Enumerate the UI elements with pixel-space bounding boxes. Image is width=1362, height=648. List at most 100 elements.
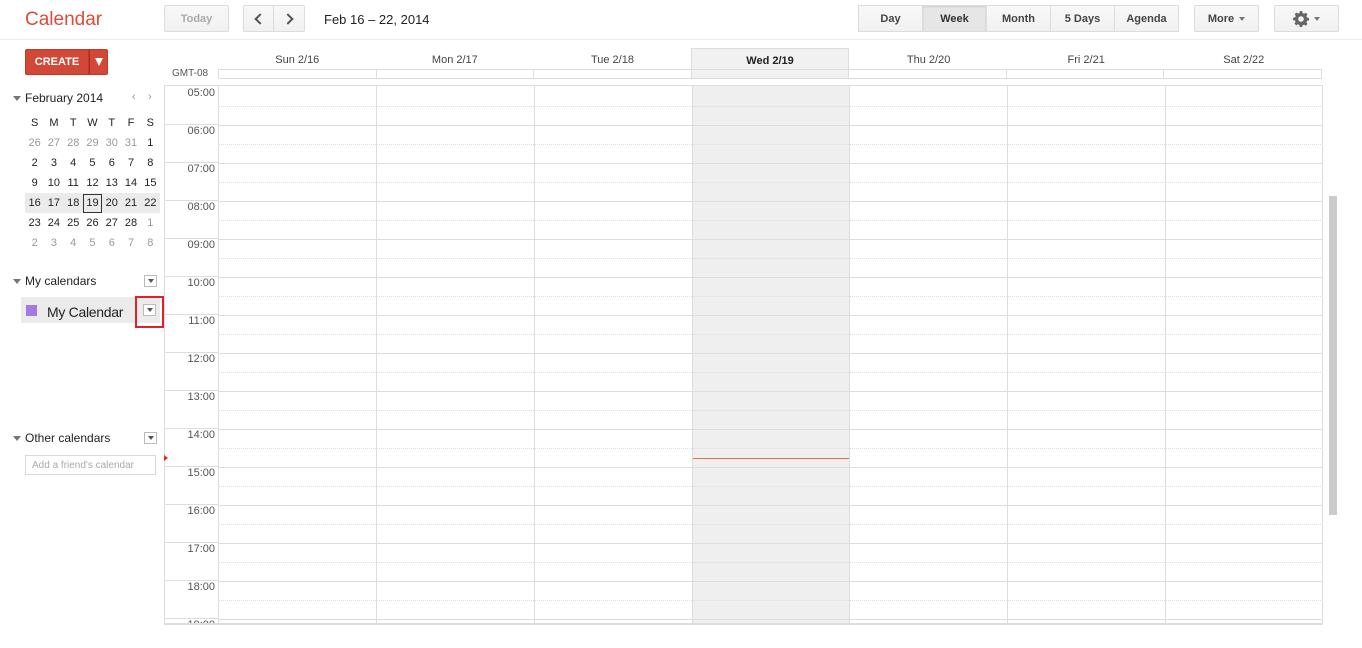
mini-calendar-day[interactable]: 17 (44, 193, 64, 213)
day-column[interactable] (375, 86, 534, 623)
create-event-button[interactable]: CREATE (25, 49, 89, 75)
all-day-cell[interactable] (218, 70, 376, 78)
mini-calendar-day[interactable]: 3 (44, 153, 63, 173)
view-month-button[interactable]: Month (986, 5, 1051, 32)
mini-calendar-day[interactable]: 2 (25, 153, 44, 173)
view-5days-button[interactable]: 5 Days (1050, 5, 1115, 32)
mini-calendar-day[interactable]: 25 (64, 213, 83, 233)
mini-calendar-day[interactable]: 5 (83, 233, 102, 253)
collapse-triangle-icon[interactable] (13, 436, 21, 441)
day-header-0[interactable]: Sun 2/16 (218, 48, 376, 70)
mini-calendar-day[interactable]: 28 (121, 213, 140, 233)
mini-calendar-day[interactable]: 6 (102, 153, 121, 173)
day-header-3[interactable]: Wed 2/19 (690, 48, 850, 70)
next-period-button[interactable] (273, 5, 305, 32)
hour-gridline (219, 391, 376, 392)
day-column[interactable] (219, 86, 376, 623)
mini-calendar-day[interactable]: 10 (44, 173, 63, 193)
view-week-button[interactable]: Week (922, 5, 987, 32)
my-calendars-options-button[interactable] (144, 275, 157, 287)
calendar-name[interactable]: My Calendar (47, 304, 123, 320)
create-options-dropdown[interactable] (89, 49, 108, 75)
my-calendars-label[interactable]: My calendars (25, 274, 96, 288)
hour-gridline (1008, 239, 1166, 240)
mini-calendar-day[interactable]: 8 (141, 153, 160, 173)
mini-calendar-day[interactable]: 3 (44, 233, 63, 253)
mini-calendar-day[interactable]: 30 (102, 133, 121, 153)
mini-calendar-day[interactable]: 26 (83, 213, 102, 233)
collapse-triangle-icon[interactable] (13, 279, 21, 284)
all-day-cell[interactable] (690, 70, 849, 78)
mini-calendar-day[interactable]: 24 (44, 213, 63, 233)
my-calendars-section-header[interactable]: My calendars (10, 273, 158, 291)
all-day-cell[interactable] (375, 70, 534, 78)
day-column[interactable] (849, 86, 1008, 623)
day-column[interactable] (691, 86, 850, 623)
mini-calendar-day[interactable]: 20 (102, 193, 122, 213)
day-header-5[interactable]: Fri 2/21 (1007, 48, 1165, 70)
day-header-6[interactable]: Sat 2/22 (1164, 48, 1322, 70)
mini-calendar-day[interactable]: 31 (121, 133, 140, 153)
mini-calendar-day[interactable]: 27 (102, 213, 121, 233)
time-grid[interactable]: 05:00 06:00 07:00 08:00 09:00 10:00 11:00 12:00… (164, 85, 1323, 625)
today-button[interactable]: Today (164, 5, 229, 32)
mini-calendar-day[interactable]: 28 (64, 133, 83, 153)
mini-calendar-day[interactable]: 2 (25, 233, 44, 253)
all-day-cell[interactable] (848, 70, 1006, 78)
mini-calendar-day[interactable]: 1 (141, 213, 160, 233)
hour-gridline (850, 543, 1008, 544)
scrollbar-thumb[interactable] (1329, 196, 1337, 515)
mini-calendar-day[interactable]: 15 (141, 173, 160, 193)
mini-calendar-month-title[interactable]: February 2014 (25, 91, 103, 105)
other-calendars-label[interactable]: Other calendars (25, 431, 110, 445)
half-hour-gridline (850, 106, 1008, 107)
all-day-cell[interactable] (1163, 70, 1321, 78)
mini-calendar-day[interactable]: 14 (121, 173, 140, 193)
collapse-triangle-icon[interactable] (13, 96, 21, 101)
mini-calendar-day[interactable]: 13 (102, 173, 121, 193)
mini-calendar-day[interactable]: 5 (83, 153, 102, 173)
mini-calendar-day[interactable]: 6 (102, 233, 121, 253)
mini-calendar-day[interactable]: 4 (64, 233, 83, 253)
mini-calendar-day[interactable]: 4 (64, 153, 83, 173)
previous-period-button[interactable] (243, 5, 274, 32)
more-button[interactable]: More (1194, 5, 1259, 32)
mini-calendar-day[interactable]: 11 (64, 173, 83, 193)
mini-calendar-day[interactable]: 8 (141, 233, 160, 253)
all-day-cell[interactable] (1005, 70, 1164, 78)
add-friends-calendar-input[interactable] (25, 455, 156, 475)
app-title[interactable]: Calendar (25, 9, 102, 31)
mini-calendar-day[interactable]: 1 (141, 133, 160, 153)
mini-calendar-day[interactable]: 23 (25, 213, 44, 233)
mini-calendar-today[interactable]: 19 (82, 193, 103, 213)
my-calendar-options-button[interactable] (143, 304, 156, 316)
day-column[interactable] (533, 86, 692, 623)
half-hour-gridline (850, 372, 1008, 373)
mini-calendar-day[interactable]: 7 (121, 233, 140, 253)
other-calendars-options-button[interactable] (144, 432, 157, 444)
view-day-button[interactable]: Day (858, 5, 923, 32)
day-header-2[interactable]: Tue 2/18 (533, 48, 691, 70)
mini-calendar-day[interactable]: 16 (25, 193, 45, 213)
mini-calendar-day[interactable]: 21 (121, 193, 141, 213)
mini-calendar-day[interactable]: 12 (83, 173, 102, 193)
day-column[interactable] (1007, 86, 1166, 623)
other-calendars-section-header[interactable]: Other calendars (10, 430, 158, 448)
day-header-4[interactable]: Thu 2/20 (849, 48, 1007, 70)
mini-calendar-day[interactable]: 9 (25, 173, 44, 193)
settings-button[interactable] (1274, 5, 1339, 32)
day-column[interactable] (1165, 86, 1322, 623)
mini-calendar-day[interactable]: 27 (44, 133, 63, 153)
hour-gridline (1166, 277, 1322, 278)
mini-calendar-next-month[interactable]: › (148, 91, 152, 103)
hour-gridline (1008, 581, 1166, 582)
mini-calendar-prev-month[interactable]: ‹ (132, 91, 136, 103)
view-agenda-button[interactable]: Agenda (1114, 5, 1179, 32)
mini-calendar-day[interactable]: 7 (121, 153, 140, 173)
all-day-cell[interactable] (533, 70, 691, 78)
day-header-1[interactable]: Mon 2/17 (376, 48, 534, 70)
mini-calendar-day[interactable]: 29 (83, 133, 102, 153)
mini-calendar-day[interactable]: 26 (25, 133, 44, 153)
mini-calendar-day[interactable]: 18 (63, 193, 83, 213)
mini-calendar-day[interactable]: 22 (140, 193, 160, 213)
